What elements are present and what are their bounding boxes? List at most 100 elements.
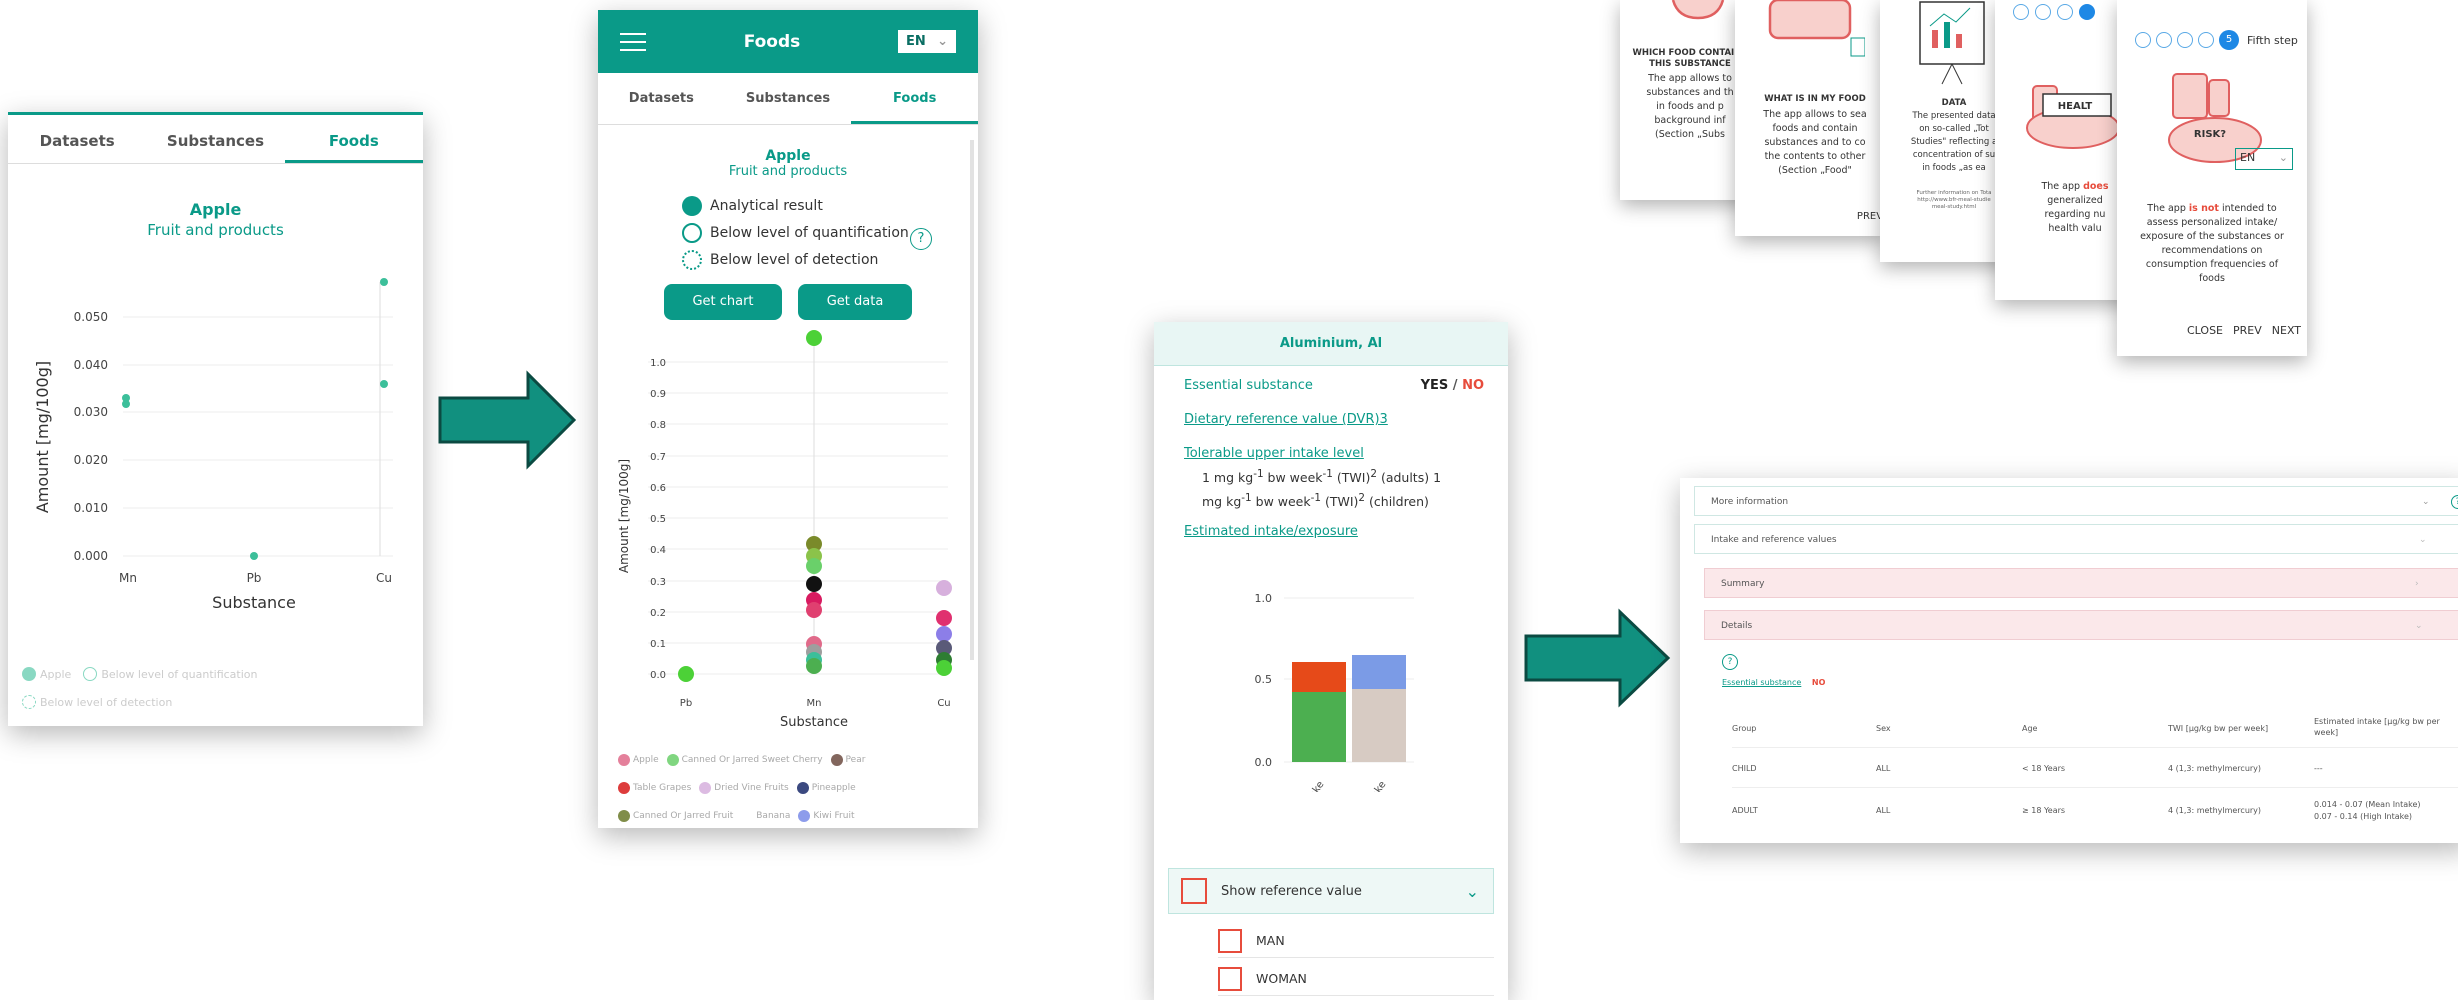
table-header-cell: TWI [µg/kg bw per week] bbox=[2168, 724, 2269, 733]
xtick: High intake bbox=[1347, 779, 1389, 792]
text: -1 bbox=[1241, 492, 1252, 505]
upper-intake-link[interactable]: Tolerable upper intake level bbox=[1184, 446, 1364, 461]
man-option[interactable]: MAN bbox=[1218, 924, 1494, 958]
details-accordion[interactable]: Details ⌄ bbox=[1704, 610, 2458, 640]
yes-option[interactable]: YES bbox=[1421, 378, 1449, 393]
chevron-down-icon[interactable]: ⌄ bbox=[2422, 487, 2430, 517]
scatter-chart: 1.0 0.9 0.8 0.7 0.6 0.5 0.4 0.3 0.2 0.1 0.0 P… bbox=[617, 330, 952, 730]
data-point bbox=[806, 576, 822, 592]
essential-link[interactable]: Essential substance bbox=[1722, 678, 1801, 687]
table-header-cell: Sex bbox=[1876, 724, 1891, 733]
data-point bbox=[936, 610, 952, 626]
woman-option[interactable]: WOMAN bbox=[1218, 962, 1494, 996]
text: (adults) 1 bbox=[1376, 470, 1442, 486]
x-axis-label: Substance bbox=[212, 593, 296, 612]
table-cell: CHILD bbox=[1732, 764, 1757, 773]
tab-foods[interactable]: Foods bbox=[284, 115, 423, 163]
estimated-intake-link[interactable]: Estimated intake/exposure bbox=[1184, 524, 1358, 539]
step-dot-icon[interactable] bbox=[2013, 4, 2029, 20]
text: bw week bbox=[1263, 470, 1323, 486]
step-dot-icon[interactable] bbox=[2057, 4, 2073, 20]
marker-legend: Analytical result Below level of quantif… bbox=[682, 196, 909, 277]
tab-datasets[interactable]: Datasets bbox=[8, 115, 146, 163]
food-title: Apple bbox=[189, 200, 242, 219]
ytick: 1.0 bbox=[1255, 592, 1273, 605]
chevron-down-icon[interactable]: ⌄ bbox=[1466, 882, 1479, 901]
intake-accordion[interactable]: Intake and reference values ⌄ bbox=[1694, 524, 2458, 554]
table-row: ADULT ALL ≥ 18 Years 4 (1,3: methylmercu… bbox=[1732, 788, 2458, 832]
help-icon[interactable]: ? bbox=[2451, 495, 2458, 509]
dvr-link[interactable]: Dietary reference value (DVR)3 bbox=[1184, 412, 1388, 427]
language-select[interactable]: EN ⌄ bbox=[897, 30, 956, 53]
step-dot-icon[interactable] bbox=[2135, 32, 2151, 48]
help-icon[interactable]: ? bbox=[1722, 654, 1738, 670]
step-indicator: 5 Fifth step bbox=[2135, 30, 2298, 50]
tab-foods[interactable]: Foods bbox=[851, 73, 978, 124]
step-dot-icon[interactable] bbox=[2079, 4, 2095, 20]
foods-screen: Foods EN ⌄ Datasets Substances Foods Appl… bbox=[598, 10, 978, 828]
no-option[interactable]: NO bbox=[1462, 378, 1484, 393]
step-dot-icon[interactable] bbox=[2177, 32, 2193, 48]
language-select[interactable]: EN ⌄ bbox=[2235, 148, 2293, 170]
arrow-right-icon bbox=[438, 370, 578, 470]
legend-label: Analytical result bbox=[710, 198, 823, 214]
table-cell: ALL bbox=[1876, 764, 1891, 773]
prev-button[interactable]: PREV bbox=[2233, 324, 2262, 337]
table-cell: --- bbox=[2314, 764, 2323, 773]
get-chart-button[interactable]: Get chart bbox=[664, 284, 782, 320]
text: -1 bbox=[1322, 468, 1333, 480]
get-data-button[interactable]: Get data bbox=[798, 284, 912, 320]
step-dot-icon[interactable] bbox=[2035, 4, 2051, 20]
tab-substances[interactable]: Substances bbox=[146, 115, 284, 163]
legend-label: Canned Or Jarred Fruit bbox=[633, 811, 734, 821]
text: (TWI) bbox=[1332, 470, 1371, 486]
summary-accordion[interactable]: Summary › bbox=[1704, 568, 2458, 598]
ytick: 0.040 bbox=[74, 358, 108, 372]
table-cell: < 18 Years bbox=[2022, 764, 2066, 773]
ytick: 0.6 bbox=[650, 483, 666, 494]
chevron-down-icon[interactable]: ⌄ bbox=[2415, 611, 2423, 641]
step-dot-icon[interactable] bbox=[2198, 32, 2214, 48]
legend-label: Kiwi Fruit bbox=[813, 811, 855, 821]
legend-dot-icon bbox=[699, 782, 712, 794]
data-point bbox=[936, 580, 952, 596]
checkbox[interactable] bbox=[1181, 878, 1207, 904]
ytick: 0.4 bbox=[650, 545, 666, 556]
chart-presentation-icon bbox=[1919, 1, 1985, 85]
data-point bbox=[936, 626, 952, 642]
language-value: EN bbox=[2240, 151, 2256, 164]
tab-datasets[interactable]: Datasets bbox=[598, 73, 725, 124]
below-detection-icon bbox=[682, 250, 702, 270]
ytick: 0.0 bbox=[650, 670, 666, 681]
legend-dot-icon bbox=[618, 782, 630, 794]
help-icon[interactable]: ? bbox=[910, 228, 932, 250]
bar-high-top bbox=[1352, 655, 1406, 689]
ytick: 0.000 bbox=[74, 549, 108, 563]
text: 1 mg kg bbox=[1202, 470, 1254, 486]
legend-dot-icon bbox=[798, 810, 811, 822]
step-dot-icon[interactable] bbox=[2156, 32, 2172, 48]
scrollbar[interactable] bbox=[970, 140, 974, 660]
ytick: 0.2 bbox=[650, 608, 666, 619]
legend-dot-icon bbox=[796, 782, 809, 794]
table-row: CHILD ALL < 18 Years 4 (1,3: methylmercu… bbox=[1732, 748, 2458, 788]
xtick: Cu bbox=[376, 571, 392, 585]
checkbox[interactable] bbox=[1218, 928, 1242, 953]
checkbox[interactable] bbox=[1218, 966, 1242, 991]
menu-icon[interactable] bbox=[620, 32, 646, 51]
ytick: 0.3 bbox=[650, 577, 666, 588]
legend-dot-icon bbox=[830, 754, 843, 766]
show-reference-toggle[interactable]: Show reference value ⌄ bbox=[1168, 868, 1494, 914]
next-button[interactable]: NEXT bbox=[2272, 324, 2301, 337]
show-reference-label: Show reference value bbox=[1221, 883, 1362, 899]
chevron-right-icon[interactable]: › bbox=[2415, 569, 2419, 599]
xtick: Mn bbox=[807, 698, 822, 709]
step-text: The app allows to sea foods and contain s… bbox=[1745, 108, 1885, 178]
table-header-cell: Group bbox=[1732, 724, 1757, 733]
details-label: Details bbox=[1721, 621, 1753, 631]
tab-substances[interactable]: Substances bbox=[725, 73, 852, 124]
more-info-accordion[interactable]: More information ⌄ ? bbox=[1694, 486, 2458, 516]
close-button[interactable]: CLOSE bbox=[2187, 324, 2223, 337]
legend-label: Pear bbox=[845, 755, 866, 765]
chevron-down-icon[interactable]: ⌄ bbox=[2419, 525, 2427, 555]
